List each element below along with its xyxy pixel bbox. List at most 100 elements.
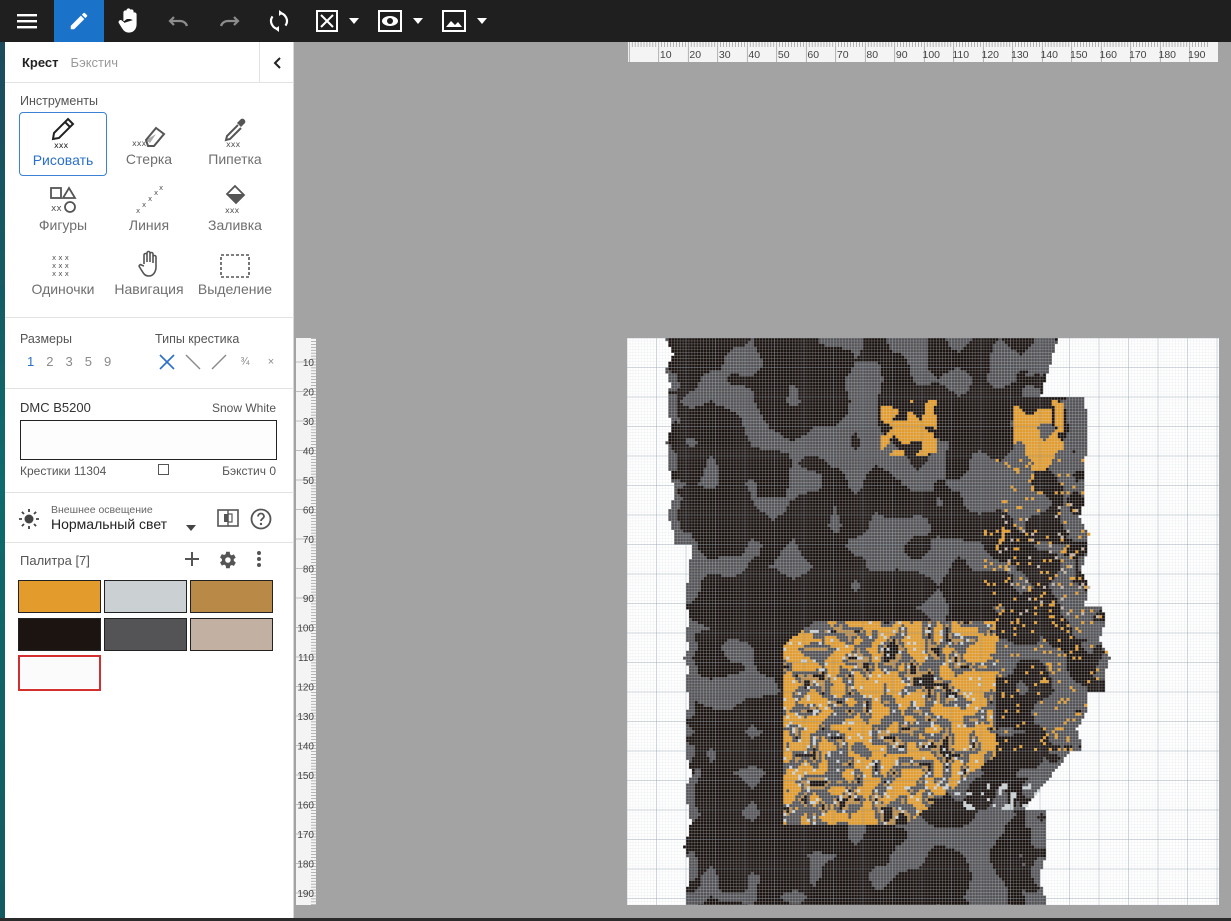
ruler-label: 170 xyxy=(297,830,314,841)
menu-button[interactable] xyxy=(0,0,54,42)
lighting-dropdown-arrow[interactable] xyxy=(186,518,196,536)
draw-mode-button[interactable] xyxy=(54,0,104,42)
tool-draw[interactable]: xxx Рисовать xyxy=(19,112,107,176)
compare-button[interactable] xyxy=(217,509,239,532)
stitch-types-title: Типы крестика xyxy=(155,332,239,346)
add-color-button[interactable] xyxy=(183,550,201,573)
palette-swatch-selected[interactable] xyxy=(18,655,101,691)
highlight-checkbox[interactable] xyxy=(158,464,169,475)
palette-swatch[interactable] xyxy=(18,618,101,651)
cross-view-button[interactable] xyxy=(304,0,342,42)
sizes-title: Размеры xyxy=(20,332,72,346)
quarter-option[interactable]: × xyxy=(261,352,281,372)
tool-eraser[interactable]: xxx Стерка xyxy=(105,112,193,176)
lighting-select[interactable]: Нормальный свет xyxy=(51,516,167,532)
ruler-label: 50 xyxy=(778,49,790,61)
svg-text:x: x xyxy=(159,186,163,192)
ruler-label: 160 xyxy=(297,801,314,812)
tool-singles[interactable]: x x xx x xx x x Одиночки xyxy=(19,242,107,306)
palette-title: Палитра [7] xyxy=(20,553,90,568)
ruler-label: 20 xyxy=(303,388,315,399)
half-cross-forward-option[interactable] xyxy=(209,352,229,372)
ruler-label: 150 xyxy=(297,771,314,782)
ruler-label: 140 xyxy=(1040,49,1058,61)
size-option[interactable]: 2 xyxy=(46,354,53,369)
palette-swatch[interactable] xyxy=(190,580,273,613)
divider xyxy=(5,492,294,493)
full-cross-icon xyxy=(158,353,176,371)
ruler-top: 10 20 30 40 50 60 70 80 90 100 110 120 130 140 150 160 1… xyxy=(628,42,1218,62)
half-cross-back-option[interactable] xyxy=(183,352,203,372)
pan-mode-button[interactable] xyxy=(104,0,154,42)
pattern-canvas[interactable] xyxy=(627,338,1219,905)
cross-count: Крестики 11304 xyxy=(20,464,106,478)
size-options: 1 2 3 5 9 xyxy=(27,354,111,369)
size-option[interactable]: 3 xyxy=(65,354,72,369)
ruler-label: 80 xyxy=(866,49,878,61)
ruler-label: 30 xyxy=(303,417,315,428)
shapes-icon: xx xyxy=(49,186,77,214)
ruler-label: 100 xyxy=(922,49,940,61)
help-button[interactable] xyxy=(250,508,272,535)
palette-more-button[interactable] xyxy=(256,550,262,573)
ruler-label: 70 xyxy=(837,49,849,61)
eraser-icon: xxx xyxy=(132,122,166,148)
view-mode-button[interactable] xyxy=(366,0,406,42)
fill-bucket-icon: xxx xyxy=(221,184,249,214)
tab-backstitch[interactable]: Бэкстич xyxy=(71,55,119,70)
backslash-stitch-icon xyxy=(184,353,202,371)
palette-settings-button[interactable] xyxy=(216,549,238,576)
current-color-swatch[interactable] xyxy=(20,420,277,460)
svg-text:xxx: xxx xyxy=(132,139,146,148)
svg-text:x: x xyxy=(136,207,140,214)
caret-down-icon xyxy=(349,18,359,24)
ruler-label: 90 xyxy=(303,594,315,605)
svg-text:xxx: xxx xyxy=(54,141,68,149)
tab-cross[interactable]: Крест xyxy=(22,55,59,70)
ruler-label: 80 xyxy=(303,565,315,576)
tool-line[interactable]: xxxxx Линия xyxy=(105,178,193,242)
palette-swatch[interactable] xyxy=(190,618,273,651)
ruler-label: 20 xyxy=(689,49,701,61)
palette-swatch[interactable] xyxy=(18,580,101,613)
size-option[interactable]: 9 xyxy=(104,354,111,369)
tool-selection[interactable]: Выделение xyxy=(191,242,279,306)
singles-icon: x x xx x xx x x xyxy=(50,252,76,278)
ruler-label: 170 xyxy=(1129,49,1147,61)
tool-label: Выделение xyxy=(191,281,279,297)
tool-shapes[interactable]: xx Фигуры xyxy=(19,178,107,242)
three-quarter-option[interactable]: ¾ xyxy=(235,352,255,372)
size-option[interactable]: 5 xyxy=(85,354,92,369)
palette-swatch[interactable] xyxy=(104,580,187,613)
tool-label: Пипетка xyxy=(191,151,279,167)
ruler-label: 70 xyxy=(303,535,315,546)
svg-text:x x x: x x x xyxy=(52,254,69,262)
tool-pipette[interactable]: xxx Пипетка xyxy=(191,112,279,176)
ruler-label: 140 xyxy=(297,742,314,753)
tool-label: Навигация xyxy=(105,281,193,297)
pipette-icon: xxx xyxy=(221,116,249,148)
view-mode-dropdown[interactable] xyxy=(406,0,430,42)
undo-button[interactable] xyxy=(154,0,204,42)
full-cross-option[interactable] xyxy=(157,352,177,372)
tool-label: Одиночки xyxy=(19,281,107,297)
cross-view-dropdown[interactable] xyxy=(342,0,366,42)
hand-icon xyxy=(137,250,161,278)
image-dropdown[interactable] xyxy=(470,0,494,42)
image-icon xyxy=(442,10,466,32)
palette-swatch[interactable] xyxy=(104,618,187,651)
ruler-label: 10 xyxy=(660,49,672,61)
tool-fill[interactable]: xxx Заливка xyxy=(191,178,279,242)
backstitch-count: Бэкстич 0 xyxy=(222,464,276,478)
divider xyxy=(5,388,294,389)
help-icon xyxy=(250,508,272,530)
tool-label: Заливка xyxy=(191,217,279,233)
tool-navigation[interactable]: Навигация xyxy=(105,242,193,306)
size-option[interactable]: 1 xyxy=(27,354,34,369)
eye-icon xyxy=(378,10,402,32)
lighting-label: Внешнее освещение xyxy=(51,504,153,516)
refresh-button[interactable] xyxy=(254,0,304,42)
image-button[interactable] xyxy=(430,0,470,42)
collapse-panel-button[interactable] xyxy=(259,42,293,83)
redo-button[interactable] xyxy=(204,0,254,42)
